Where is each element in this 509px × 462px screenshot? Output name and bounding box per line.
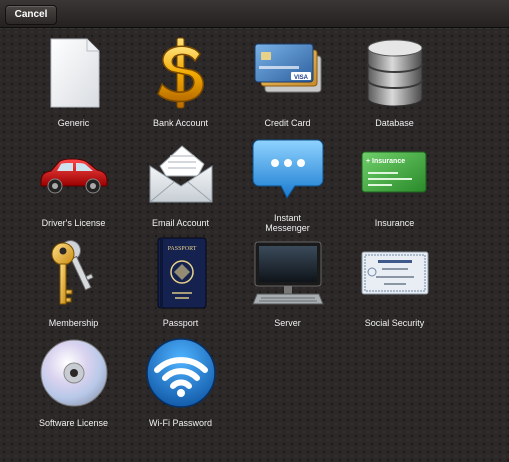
tile-membership[interactable]: Membership bbox=[20, 236, 127, 336]
database-icon bbox=[358, 36, 432, 110]
tile-label: Credit Card bbox=[264, 118, 311, 128]
tile-insurance[interactable]: + Insurance Insurance bbox=[341, 136, 448, 236]
credit-card-icon: VISA bbox=[251, 36, 325, 110]
tile-label: Insurance bbox=[374, 218, 415, 228]
tile-generic[interactable]: Generic bbox=[20, 36, 127, 136]
svg-text:+ Insurance: + Insurance bbox=[366, 158, 405, 165]
tile-credit-card[interactable]: VISA Credit Card bbox=[234, 36, 341, 136]
wifi-icon bbox=[144, 336, 218, 410]
tile-passport[interactable]: PASSPORT Passport bbox=[127, 236, 234, 336]
monitor-icon bbox=[251, 236, 325, 310]
svg-text:PASSPORT: PASSPORT bbox=[167, 246, 196, 252]
cancel-button[interactable]: Cancel bbox=[5, 5, 57, 25]
tile-label: Server bbox=[274, 318, 301, 328]
tile-bank-account[interactable]: Bank Account bbox=[127, 36, 234, 136]
passport-icon: PASSPORT bbox=[144, 236, 218, 310]
tile-label: Email Account bbox=[151, 218, 210, 228]
tile-label: Software License bbox=[38, 418, 109, 428]
document-icon bbox=[37, 36, 111, 110]
tile-label: Membership bbox=[48, 318, 99, 328]
svg-text:VISA: VISA bbox=[293, 75, 308, 81]
cd-icon bbox=[37, 336, 111, 410]
tile-label: Generic bbox=[57, 118, 90, 128]
tile-email-account[interactable]: Email Account bbox=[127, 136, 234, 236]
top-toolbar: Cancel bbox=[0, 0, 509, 28]
social-security-card-icon bbox=[358, 236, 432, 310]
tile-social-security[interactable]: Social Security bbox=[341, 236, 448, 336]
tile-label: Driver's License bbox=[41, 218, 106, 228]
tile-wifi-password[interactable]: Wi-Fi Password bbox=[127, 336, 234, 436]
keys-icon bbox=[37, 236, 111, 310]
envelope-icon bbox=[144, 136, 218, 210]
tile-label: Passport bbox=[162, 318, 199, 328]
tile-database[interactable]: Database bbox=[341, 36, 448, 136]
speech-bubble-icon bbox=[251, 136, 325, 210]
item-type-grid: Generic Bank Account VISA Credit Card Da… bbox=[20, 36, 500, 456]
tile-label: Bank Account bbox=[152, 118, 209, 128]
dollar-sign-icon bbox=[144, 36, 218, 110]
tile-drivers-license[interactable]: Driver's License bbox=[20, 136, 127, 236]
tile-instant-messenger[interactable]: Instant Messenger bbox=[234, 136, 341, 236]
tile-label: Social Security bbox=[364, 318, 425, 328]
tile-software-license[interactable]: Software License bbox=[20, 336, 127, 436]
car-icon bbox=[37, 136, 111, 210]
insurance-card-icon: + Insurance bbox=[358, 136, 432, 210]
tile-server[interactable]: Server bbox=[234, 236, 341, 336]
tile-label: Wi-Fi Password bbox=[148, 418, 212, 428]
tile-label: Instant Messenger bbox=[265, 213, 310, 233]
tile-label: Database bbox=[375, 118, 414, 128]
